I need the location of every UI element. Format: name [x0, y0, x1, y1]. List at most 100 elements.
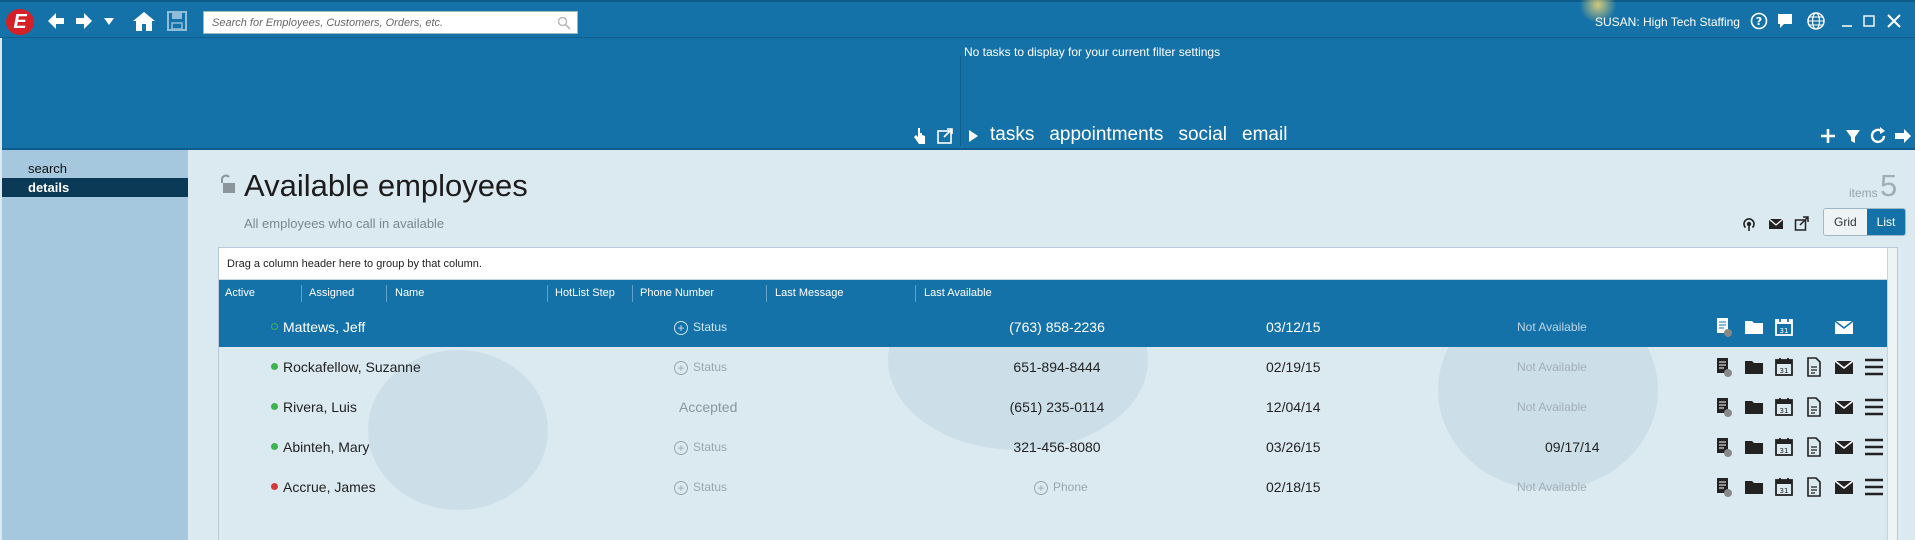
document-icon[interactable] — [1804, 396, 1825, 418]
menu-icon[interactable] — [1864, 316, 1885, 338]
folder-icon[interactable] — [1744, 396, 1765, 418]
add-status-icon[interactable]: + — [674, 320, 688, 335]
mail-icon[interactable] — [1768, 216, 1784, 237]
unlock-icon[interactable] — [218, 174, 236, 199]
globe-icon[interactable] — [1806, 10, 1826, 32]
help-icon[interactable]: ? — [1750, 10, 1768, 32]
history-dropdown-icon[interactable] — [102, 10, 116, 32]
home-icon[interactable] — [132, 10, 156, 32]
notes-icon[interactable] — [1714, 396, 1735, 418]
col-assigned[interactable]: Assigned — [303, 280, 354, 307]
folder-icon[interactable] — [1744, 356, 1765, 378]
col-active[interactable]: Active — [219, 280, 255, 307]
chat-icon[interactable] — [1776, 10, 1794, 32]
tab-social[interactable]: social — [1178, 124, 1227, 146]
minimize-icon[interactable] — [1840, 10, 1854, 32]
notes-icon[interactable] — [1714, 476, 1735, 498]
phone-number-cell[interactable]: 651-894-8444 — [967, 347, 1147, 387]
phone-number-cell[interactable]: (651) 235-0114 — [967, 387, 1147, 427]
menu-icon[interactable] — [1864, 476, 1885, 498]
add-phone-icon[interactable]: + — [1034, 480, 1048, 495]
calendar-icon[interactable]: 31 — [1774, 396, 1795, 418]
user-label[interactable]: SUSAN: High Tech Staffing — [1595, 15, 1740, 29]
nav-item-details[interactable]: details — [2, 178, 203, 197]
hotlist-step-cell[interactable]: + Status — [674, 347, 727, 387]
hotlist-step-cell[interactable]: + Status — [674, 427, 727, 467]
refresh-icon[interactable] — [1869, 126, 1887, 151]
menu-icon[interactable] — [1864, 396, 1885, 418]
calendar-icon[interactable]: 31 — [1774, 476, 1795, 498]
add-status-icon[interactable]: + — [674, 440, 688, 455]
app-logo[interactable]: E — [6, 9, 34, 35]
table-row[interactable]: Rockafellow, Suzanne + Status 651-894-8444 0… — [219, 347, 1889, 387]
calendar-icon[interactable]: 31 — [1774, 316, 1795, 338]
tab-tasks[interactable]: tasks — [990, 124, 1034, 146]
employee-name[interactable]: Mattews, Jeff — [283, 307, 365, 347]
hotlist-step-cell[interactable]: + Status — [674, 467, 727, 507]
add-task-icon[interactable] — [1820, 126, 1836, 151]
tab-email[interactable]: email — [1242, 124, 1287, 146]
add-status-icon[interactable]: + — [674, 480, 688, 495]
col-last-available[interactable]: Last Available — [918, 280, 992, 307]
play-icon[interactable] — [967, 128, 979, 149]
export-icon[interactable] — [1794, 216, 1810, 237]
global-search[interactable] — [203, 11, 578, 34]
document-icon[interactable] — [1804, 436, 1825, 458]
folder-icon[interactable] — [1744, 436, 1765, 458]
calendar-icon[interactable]: 31 — [1774, 436, 1795, 458]
nav-item-search[interactable]: search — [2, 159, 203, 178]
employee-name[interactable]: Abinteh, Mary — [283, 427, 369, 467]
table-row[interactable]: Abinteh, Mary + Status 321-456-8080 03/26/15… — [219, 427, 1889, 467]
table-row[interactable]: Accrue, James + Status + Phone 02/18/15 Not Av… — [219, 467, 1889, 507]
document-icon[interactable] — [1804, 356, 1825, 378]
save-icon[interactable] — [166, 10, 188, 32]
document-icon[interactable] — [1804, 476, 1825, 498]
search-icon[interactable] — [557, 16, 571, 35]
hotlist-step-cell[interactable]: + Status — [674, 307, 727, 347]
back-arrow-icon[interactable] — [46, 10, 66, 32]
phone-number-cell[interactable]: (763) 858-2236 — [967, 307, 1147, 347]
col-hotlist-step[interactable]: HotList Step — [549, 280, 615, 307]
envelope-icon[interactable] — [1834, 436, 1855, 458]
phone-number-cell[interactable]: + Phone — [1034, 467, 1088, 507]
folder-icon[interactable] — [1744, 316, 1765, 338]
vertical-scrollbar[interactable] — [1887, 248, 1897, 540]
hotlist-value: Accepted — [679, 399, 738, 415]
hotlist-step-cell[interactable]: Accepted — [679, 387, 737, 427]
popout-icon[interactable] — [936, 126, 954, 151]
close-icon[interactable] — [1886, 10, 1902, 32]
tab-appointments[interactable]: appointments — [1049, 124, 1163, 146]
add-status-icon[interactable]: + — [674, 360, 688, 375]
collapse-arrow-icon[interactable] — [1894, 126, 1912, 151]
notes-icon[interactable] — [1714, 356, 1735, 378]
filter-icon[interactable] — [1845, 126, 1861, 151]
employee-name[interactable]: Accrue, James — [283, 467, 376, 507]
pointer-icon[interactable] — [912, 126, 928, 151]
envelope-icon[interactable] — [1834, 476, 1855, 498]
employee-name[interactable]: Rivera, Luis — [283, 387, 357, 427]
envelope-icon[interactable] — [1834, 316, 1855, 338]
view-grid-button[interactable]: Grid — [1824, 209, 1867, 235]
notes-icon[interactable] — [1714, 316, 1735, 338]
table-row[interactable]: Mattews, Jeff + Status (763) 858-2236 03/12/… — [219, 307, 1889, 347]
notes-icon[interactable] — [1714, 436, 1735, 458]
table-row[interactable]: Rivera, Luis Accepted (651) 235-0114 12/04/… — [219, 387, 1889, 427]
calendar-icon[interactable]: 31 — [1774, 356, 1795, 378]
phone-number-cell[interactable]: 321-456-8080 — [967, 427, 1147, 467]
group-by-bar[interactable]: Drag a column header here to group by th… — [219, 248, 1897, 280]
col-name[interactable]: Name — [389, 280, 424, 307]
document-icon[interactable] — [1804, 316, 1825, 338]
forward-arrow-icon[interactable] — [74, 10, 94, 32]
employee-name[interactable]: Rockafellow, Suzanne — [283, 347, 421, 387]
view-list-button[interactable]: List — [1866, 209, 1906, 235]
envelope-icon[interactable] — [1834, 356, 1855, 378]
envelope-icon[interactable] — [1834, 396, 1855, 418]
maximize-icon[interactable] — [1862, 10, 1876, 32]
col-last-message[interactable]: Last Message — [769, 280, 843, 307]
search-input[interactable] — [204, 12, 577, 33]
folder-icon[interactable] — [1744, 476, 1765, 498]
broadcast-icon[interactable] — [1741, 216, 1757, 237]
col-phone-number[interactable]: Phone Number — [634, 280, 714, 307]
menu-icon[interactable] — [1864, 356, 1885, 378]
menu-icon[interactable] — [1864, 436, 1885, 458]
